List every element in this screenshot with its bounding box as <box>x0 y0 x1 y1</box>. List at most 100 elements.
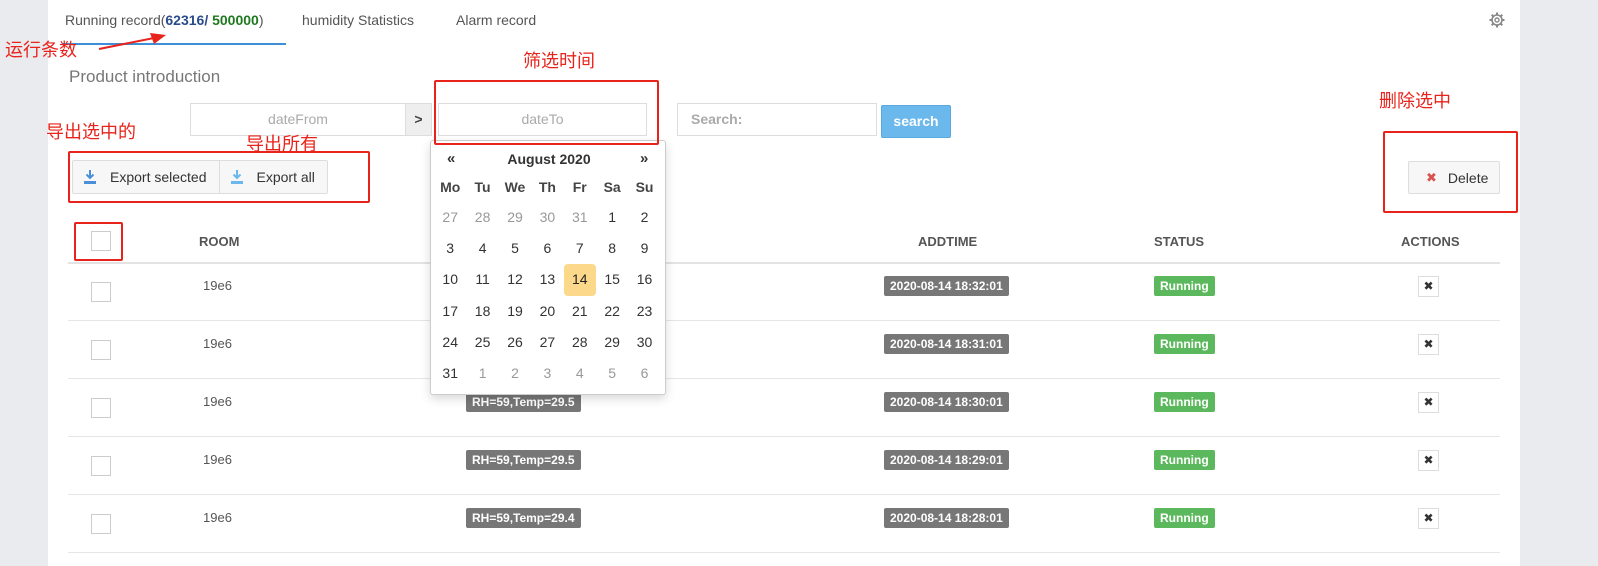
row-delete-button[interactable]: ✖ <box>1418 334 1439 355</box>
calendar-day[interactable]: 10 <box>434 264 466 295</box>
page-title: Product introduction <box>69 67 221 86</box>
running-count: 62316 <box>165 12 205 28</box>
calendar-day[interactable]: 2 <box>628 202 660 233</box>
search-input[interactable]: Search: <box>677 103 877 136</box>
annotation-delete-selected: 删除选中 <box>1379 91 1451 112</box>
weekday-header: Sa <box>603 179 621 195</box>
addtime-badge: 2020-08-14 18:29:01 <box>884 450 1009 470</box>
next-month-button[interactable]: » <box>640 150 648 167</box>
running-total: 500000 <box>212 12 259 28</box>
status-badge: Running <box>1154 450 1215 470</box>
annotation-arrow <box>98 33 166 50</box>
calendar-day[interactable]: 6 <box>628 358 660 389</box>
row-divider <box>68 494 1500 495</box>
room-cell: 19e6 <box>203 510 232 525</box>
calendar-day[interactable]: 4 <box>466 233 498 264</box>
tab-running-close: ) <box>258 12 264 28</box>
table-header-divider <box>68 262 1500 264</box>
weekday-header: Su <box>635 179 654 195</box>
calendar-day[interactable]: 1 <box>466 358 498 389</box>
main-panel <box>48 0 1520 566</box>
chevron-right-icon: > <box>405 103 432 136</box>
calendar-day[interactable]: 11 <box>466 264 498 295</box>
calendar-day[interactable]: 5 <box>499 233 531 264</box>
calendar-day[interactable]: 17 <box>434 296 466 327</box>
calendar-day[interactable]: 29 <box>499 202 531 233</box>
addtime-badge: 2020-08-14 18:28:01 <box>884 508 1009 528</box>
annotation-filter-time: 筛选时间 <box>523 51 595 72</box>
search-button[interactable]: search <box>881 105 951 138</box>
row-delete-button[interactable]: ✖ <box>1418 450 1439 471</box>
calendar-day[interactable]: 26 <box>499 327 531 358</box>
calendar-day[interactable]: 13 <box>531 264 563 295</box>
row-divider <box>68 378 1500 379</box>
calendar-day[interactable]: 12 <box>499 264 531 295</box>
datepicker-popup: « August 2020 » Mo Tu We Th Fr Sa Su 27 28 29 30 31… <box>430 140 666 395</box>
row-checkbox[interactable] <box>91 340 111 360</box>
annotation-box-delete <box>1383 131 1518 213</box>
row-delete-button[interactable]: ✖ <box>1418 508 1439 529</box>
row-checkbox[interactable] <box>91 514 111 534</box>
addtime-badge: 2020-08-14 18:31:01 <box>884 334 1009 354</box>
calendar-day[interactable]: 22 <box>596 296 628 327</box>
column-header-addtime: ADDTIME <box>918 234 978 249</box>
calendar-day-selected[interactable]: 14 <box>563 264 596 296</box>
calendar-day[interactable]: 20 <box>531 296 563 327</box>
calendar-day[interactable]: 9 <box>628 233 660 264</box>
calendar-day[interactable]: 3 <box>434 233 466 264</box>
annotation-box-select-all <box>74 222 123 261</box>
tab-running-record[interactable]: Running record(62316/ 500000) <box>65 12 264 28</box>
annotation-box-export <box>68 151 370 203</box>
calendar-day[interactable]: 2 <box>499 358 531 389</box>
row-checkbox[interactable] <box>91 282 111 302</box>
running-sep: / <box>204 12 213 28</box>
calendar-day[interactable]: 31 <box>564 202 596 233</box>
calendar-day[interactable]: 30 <box>628 327 660 358</box>
status-badge: Running <box>1154 508 1215 528</box>
calendar-day[interactable]: 23 <box>628 296 660 327</box>
calendar-day[interactable]: 29 <box>596 327 628 358</box>
calendar-day[interactable]: 4 <box>564 358 596 389</box>
tab-humidity-statistics[interactable]: humidity Statistics <box>302 12 414 28</box>
calendar-day[interactable]: 15 <box>596 264 628 295</box>
row-checkbox[interactable] <box>91 456 111 476</box>
datepicker-grid: Mo Tu We Th Fr Sa Su 27 28 29 30 31 1 2 3 4 5 6 7 8 9 10 11 12 1… <box>434 172 661 389</box>
datepicker-title[interactable]: August 2020 <box>431 151 667 167</box>
tab-running-label: Running record( <box>65 12 166 28</box>
calendar-day[interactable]: 1 <box>596 202 628 233</box>
row-checkbox[interactable] <box>91 398 111 418</box>
row-divider <box>68 552 1500 553</box>
row-delete-button[interactable]: ✖ <box>1418 392 1439 413</box>
room-cell: 19e6 <box>203 452 232 467</box>
calendar-day[interactable]: 24 <box>434 327 466 358</box>
calendar-day[interactable]: 3 <box>531 358 563 389</box>
calendar-day[interactable]: 18 <box>466 296 498 327</box>
calendar-day[interactable]: 25 <box>466 327 498 358</box>
calendar-day[interactable]: 19 <box>499 296 531 327</box>
calendar-day[interactable]: 16 <box>628 264 660 295</box>
calendar-day[interactable]: 5 <box>596 358 628 389</box>
annotation-row-count: 运行条数 <box>5 40 77 61</box>
calendar-day[interactable]: 7 <box>564 233 596 264</box>
row-delete-button[interactable]: ✖ <box>1418 276 1439 297</box>
calendar-day[interactable]: 30 <box>531 202 563 233</box>
row-divider <box>68 436 1500 437</box>
value-badge: RH=59,Temp=29.5 <box>466 450 581 470</box>
calendar-day[interactable]: 27 <box>531 327 563 358</box>
calendar-day[interactable]: 27 <box>434 202 466 233</box>
value-badge: RH=59,Temp=29.4 <box>466 508 581 528</box>
calendar-day[interactable]: 21 <box>564 296 596 327</box>
room-cell: 19e6 <box>203 394 232 409</box>
calendar-day[interactable]: 31 <box>434 358 466 389</box>
calendar-day[interactable]: 8 <box>596 233 628 264</box>
row-divider <box>68 320 1500 321</box>
tab-alarm-record[interactable]: Alarm record <box>456 12 536 28</box>
value-badge: RH=59,Temp=29.5 <box>466 392 581 412</box>
calendar-day[interactable]: 6 <box>531 233 563 264</box>
weekday-header: Mo <box>440 179 461 195</box>
calendar-day[interactable]: 28 <box>466 202 498 233</box>
gear-icon[interactable] <box>1489 12 1505 28</box>
weekday-header: We <box>504 179 526 195</box>
calendar-day[interactable]: 28 <box>564 327 596 358</box>
status-badge: Running <box>1154 276 1215 296</box>
